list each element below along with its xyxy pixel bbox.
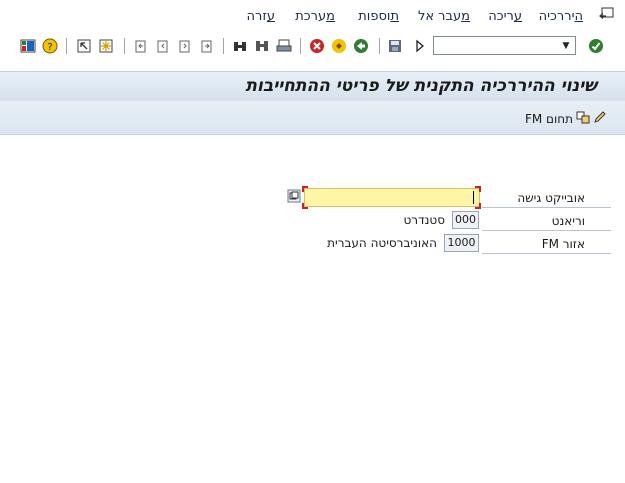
standard-toolbar: ▼ ? xyxy=(0,32,625,60)
page-title: שינוי ההיררכיה התקנית של פריטי ההתחייבות xyxy=(245,76,597,96)
variant-description: סטנדרט xyxy=(403,213,445,227)
cancel-icon[interactable] xyxy=(309,38,325,54)
fm-area-label: אזור FM xyxy=(541,237,585,251)
row-divider xyxy=(482,230,611,231)
fm-area-description: האוניברסיטה העברית xyxy=(327,236,437,250)
new-session-icon[interactable] xyxy=(98,38,114,54)
chevron-down-icon[interactable]: ▼ xyxy=(557,37,575,54)
expand-toolbar-icon[interactable] xyxy=(412,38,428,54)
row-divider xyxy=(482,253,611,254)
toolbar-separator xyxy=(379,38,380,54)
next-page-icon[interactable] xyxy=(177,38,193,54)
toolbar-separator xyxy=(223,38,224,54)
text-cursor xyxy=(473,191,474,204)
toolbar-separator xyxy=(66,38,67,54)
row-divider xyxy=(482,207,611,208)
fm-area-button[interactable]: תחום FM xyxy=(525,110,607,127)
layout-menu-icon[interactable] xyxy=(20,38,36,54)
back-icon[interactable] xyxy=(353,38,369,54)
fm-area-field[interactable]: 1000 xyxy=(444,234,479,252)
variant-label: וריאנט xyxy=(551,214,585,228)
last-page-icon[interactable] xyxy=(199,38,215,54)
help-icon[interactable]: ? xyxy=(42,38,58,54)
previous-page-icon[interactable] xyxy=(155,38,171,54)
menu-extras[interactable]: תוספות xyxy=(358,9,399,24)
exit-yellow-icon[interactable] xyxy=(331,38,347,54)
menu-help[interactable]: עזרה xyxy=(247,9,275,24)
application-toolbar: תחום FM xyxy=(0,101,625,135)
menu-bar: היררכיה עריכה מעבר אל תוספות מערכת עזרה xyxy=(0,0,625,32)
command-field[interactable]: ▼ xyxy=(433,36,576,55)
svg-text:?: ? xyxy=(47,42,52,53)
create-shortcut-icon[interactable] xyxy=(76,38,92,54)
fm-area-button-label: תחום FM xyxy=(524,111,573,126)
required-marker xyxy=(475,203,481,209)
required-marker xyxy=(302,186,308,192)
multiple-selection-icon[interactable] xyxy=(287,189,301,203)
required-marker xyxy=(302,203,308,209)
print-icon[interactable] xyxy=(276,38,292,54)
toolbar-separator xyxy=(124,38,125,54)
variant-field[interactable]: 000 xyxy=(452,211,479,229)
save-icon[interactable] xyxy=(387,38,403,54)
switch-area-icon xyxy=(576,110,590,127)
required-marker xyxy=(475,186,481,192)
menu-goto[interactable]: מעבר אל xyxy=(418,9,470,24)
access-object-label: אובייקט גישה xyxy=(517,191,585,205)
menu-system[interactable]: מערכת xyxy=(295,9,335,24)
access-object-input[interactable] xyxy=(304,188,480,207)
find-icon[interactable] xyxy=(232,38,248,54)
menu-hierarchy[interactable]: היררכיה xyxy=(539,9,583,24)
first-page-icon[interactable] xyxy=(133,38,149,54)
enter-check-icon[interactable] xyxy=(588,38,604,54)
title-bar: שינוי ההיררכיה התקנית של פריטי ההתחייבות xyxy=(0,71,625,101)
pencil-icon xyxy=(593,110,607,127)
toolbar-separator xyxy=(300,38,301,54)
exit-icon[interactable] xyxy=(599,7,615,21)
menu-edit[interactable]: עריכה xyxy=(488,9,522,24)
find-next-icon[interactable] xyxy=(254,38,270,54)
